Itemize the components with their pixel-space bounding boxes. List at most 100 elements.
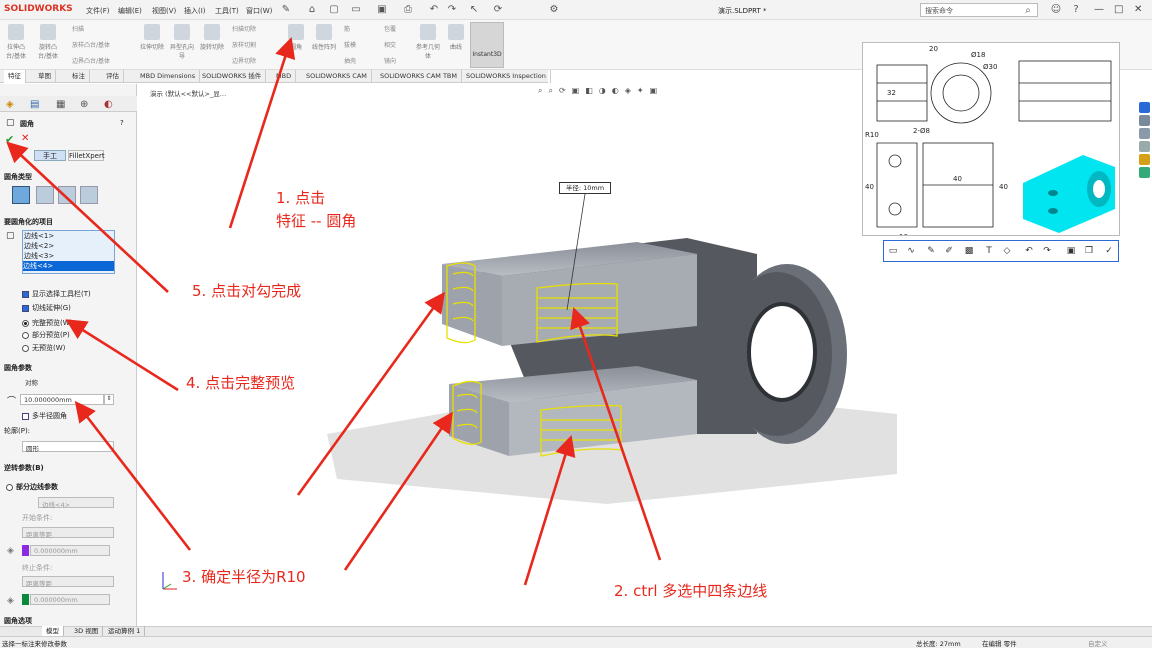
cylinder-hole[interactable] xyxy=(747,302,817,402)
edge-list-item[interactable]: 边线<3> xyxy=(24,251,54,261)
maximize-button[interactable]: □ xyxy=(1114,4,1123,15)
tab-filletxpert[interactable]: FilletXpert xyxy=(68,150,105,161)
close-window-button[interactable]: ✕ xyxy=(1134,4,1142,15)
ribbon-sweep[interactable]: 扫描 xyxy=(72,24,84,33)
variable-radius-fillet-icon[interactable] xyxy=(36,186,54,204)
tab-markup[interactable]: 标注 xyxy=(68,70,90,83)
screenshot-icon[interactable]: ▭ xyxy=(886,244,900,258)
no-preview-radio[interactable]: 无预览(W) xyxy=(22,343,65,353)
design-library-icon[interactable] xyxy=(1139,115,1150,126)
confirm-annotation-icon[interactable]: ✓ xyxy=(1102,244,1116,258)
tab-solidworks-cam[interactable]: SOLIDWORKS CAM xyxy=(302,70,372,83)
tab-mbd[interactable]: MBD xyxy=(272,70,297,83)
profile-select[interactable]: 圆形 xyxy=(22,441,114,453)
tab-mbd-dimensions[interactable]: MBD Dimensions xyxy=(136,70,201,83)
ribbon-boundary[interactable]: 边界凸台/基体 xyxy=(72,56,110,65)
menu-view[interactable]: 视图(V) xyxy=(152,6,176,16)
extrude-cut-button[interactable]: 拉伸切除 xyxy=(140,23,164,63)
status-units[interactable]: 自定义 xyxy=(1088,638,1108,648)
redo-annotation-icon[interactable]: ↷ xyxy=(1040,244,1054,258)
view-palette-icon[interactable] xyxy=(1139,141,1150,152)
ribbon-wrap[interactable]: 包覆 xyxy=(384,24,396,33)
constant-radius-fillet-icon[interactable] xyxy=(12,186,30,204)
configuration-icon[interactable]: ▦ xyxy=(56,99,65,110)
redo-icon[interactable]: ↷ xyxy=(446,4,458,16)
edge-list-item[interactable]: 边线<1> xyxy=(24,231,54,241)
tab-motion-study[interactable]: 运动算例 1 xyxy=(104,626,146,636)
radius-spinner[interactable]: ⇕ xyxy=(104,394,114,405)
open-file-icon[interactable]: ▭ xyxy=(350,4,362,16)
search-icon[interactable]: ⌕ xyxy=(1022,5,1034,17)
rebuild-icon[interactable]: ⟳ xyxy=(492,4,504,16)
ribbon-intersect[interactable]: 相交 xyxy=(384,40,396,49)
undo-icon[interactable]: ↶ xyxy=(428,4,440,16)
ribbon-mirror[interactable]: 镜向 xyxy=(384,56,396,65)
curve-icon[interactable]: ∿ xyxy=(904,244,918,258)
ribbon-draft[interactable]: 拔模 xyxy=(344,40,356,49)
tab-solidworks-cam-tbm[interactable]: SOLIDWORKS CAM TBM xyxy=(376,70,462,83)
home-icon[interactable]: ⌂ xyxy=(306,4,318,16)
tab-evaluate[interactable]: 评估 xyxy=(102,70,124,83)
curves-button[interactable]: 曲线 xyxy=(444,23,468,63)
ribbon-loft-cut[interactable]: 放样切割 xyxy=(232,40,256,49)
display-manager-icon[interactable]: ◐ xyxy=(104,99,113,110)
tab-model[interactable]: 模型 xyxy=(42,626,64,636)
undo-annotation-icon[interactable]: ↶ xyxy=(1022,244,1036,258)
instant3d-button[interactable]: Instant3D xyxy=(470,22,504,68)
ok-checkmark-button[interactable]: ✔ xyxy=(5,133,14,146)
solidworks-resources-icon[interactable] xyxy=(1139,102,1150,113)
ribbon-sweep-cut[interactable]: 扫描切除 xyxy=(232,24,256,33)
symmetric-select[interactable]: 对称 xyxy=(22,376,114,387)
menu-file[interactable]: 文件(F) xyxy=(86,6,110,16)
edge-list-item-selected[interactable]: 边线<4> xyxy=(23,261,114,271)
help-icon[interactable]: ? xyxy=(1070,4,1082,16)
file-explorer-icon[interactable] xyxy=(1139,128,1150,139)
ribbon-shell[interactable]: 抽壳 xyxy=(344,56,356,65)
custom-properties-icon[interactable] xyxy=(1139,167,1150,178)
dimxpert-icon[interactable]: ⊕ xyxy=(80,99,88,110)
extrude-boss-button[interactable]: 拉伸凸台/基体 xyxy=(4,23,28,63)
partial-preview-radio[interactable]: 部分预览(P) xyxy=(22,330,70,340)
ribbon-boundary-cut[interactable]: 边界切除 xyxy=(232,56,256,65)
ribbon-loft[interactable]: 放样凸台/基体 xyxy=(72,40,110,49)
end-distance-input[interactable]: 0.000000mm xyxy=(30,594,110,605)
appearances-icon[interactable] xyxy=(1139,154,1150,165)
face-fillet-icon[interactable] xyxy=(58,186,76,204)
radius-input[interactable]: 10.000000mm xyxy=(20,394,104,405)
eraser-icon[interactable]: ◇ xyxy=(1000,244,1014,258)
mosaic-icon[interactable]: ▩ xyxy=(962,244,976,258)
copy-annotation-icon[interactable]: ❐ xyxy=(1082,244,1096,258)
menu-edit[interactable]: 编辑(E) xyxy=(118,6,142,16)
ribbon-rib[interactable]: 筋 xyxy=(344,24,350,33)
text-icon[interactable]: T xyxy=(982,244,996,258)
full-round-fillet-icon[interactable] xyxy=(80,186,98,204)
save-annotation-icon[interactable]: ▣ xyxy=(1064,244,1078,258)
partial-edge-field[interactable]: 边线<4> xyxy=(38,497,114,509)
tab-sketch[interactable]: 草图 xyxy=(34,70,56,83)
tab-solidworks-inspection[interactable]: SOLIDWORKS Inspection xyxy=(462,70,551,83)
hole-wizard-button[interactable]: 异型孔向导 xyxy=(170,23,194,63)
minimize-button[interactable]: — xyxy=(1094,4,1104,15)
multi-radius-checkbox[interactable]: 多半径圆角 xyxy=(22,411,67,421)
end-condition-select[interactable]: 距离等距 xyxy=(22,576,114,588)
tangent-propagation-checkbox[interactable]: 切线延伸(G) xyxy=(22,303,71,313)
tab-solidworks-addins[interactable]: SOLIDWORKS 插件 xyxy=(198,70,267,83)
property-manager-icon[interactable]: ▤ xyxy=(30,99,39,110)
save-icon[interactable]: ▣ xyxy=(376,4,388,16)
pen-icon[interactable]: ✎ xyxy=(924,244,938,258)
full-preview-radio[interactable]: 完整预览(W) xyxy=(22,318,72,328)
cancel-button[interactable]: ✕ xyxy=(21,133,29,144)
highlighter-icon[interactable]: ✐ xyxy=(942,244,956,258)
tab-manual[interactable]: 手工 xyxy=(34,150,66,161)
select-icon[interactable]: ↖ xyxy=(468,4,480,16)
linear-pattern-button[interactable]: 线性阵列 xyxy=(312,23,336,63)
revolve-cut-button[interactable]: 旋转切除 xyxy=(200,23,224,63)
tab-3d-views[interactable]: 3D 视图 xyxy=(70,626,104,636)
panel-help-icon[interactable]: ? xyxy=(120,119,124,127)
new-file-icon[interactable]: ▢ xyxy=(328,4,340,16)
revolve-boss-button[interactable]: 旋转凸台/基体 xyxy=(36,23,60,63)
print-icon[interactable]: ⎙ xyxy=(402,4,414,16)
menu-window[interactable]: 窗口(W) xyxy=(246,6,272,16)
radius-dimension-tag[interactable]: 半径: 10mm xyxy=(559,182,611,194)
menu-insert[interactable]: 插入(I) xyxy=(184,6,206,16)
